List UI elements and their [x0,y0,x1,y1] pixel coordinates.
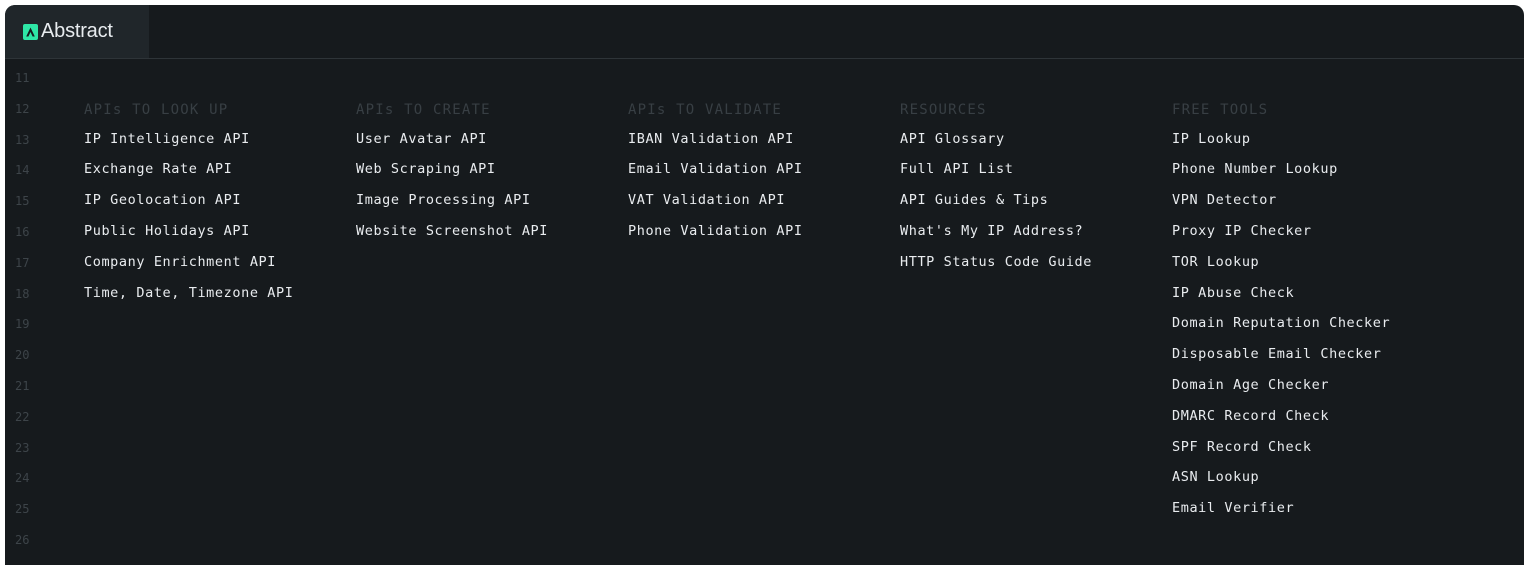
footer-link[interactable]: VPN Detector [1172,192,1277,208]
footer-link[interactable]: ASN Lookup [1172,469,1259,485]
footer-link[interactable]: What's My IP Address? [900,223,1083,239]
abstract-logo-icon [23,23,38,40]
footer-link[interactable]: Exchange Rate API [84,161,232,177]
footer-link[interactable]: Proxy IP Checker [1172,223,1312,239]
column-heading: APIs TO CREATE [356,102,491,118]
footer-link[interactable]: Domain Reputation Checker [1172,315,1390,331]
footer-link[interactable]: IP Abuse Check [1172,285,1294,301]
line-number: 22 [15,410,30,424]
footer-link[interactable]: SPF Record Check [1172,439,1312,455]
tab-bar: Abstract [5,5,1524,59]
line-number: 14 [15,163,30,177]
footer-link[interactable]: Disposable Email Checker [1172,346,1381,362]
footer-link[interactable]: User Avatar API [356,131,487,147]
line-number: 17 [15,256,30,270]
footer-link[interactable]: API Glossary [900,131,1005,147]
column-heading: RESOURCES [900,102,987,118]
footer-link[interactable]: DMARC Record Check [1172,408,1329,424]
line-number: 25 [15,502,30,516]
footer-link[interactable]: Time, Date, Timezone API [84,285,293,301]
footer-link[interactable]: Company Enrichment API [84,254,276,270]
footer-link[interactable]: IP Lookup [1172,131,1251,147]
line-number: 11 [15,71,30,85]
footer-link[interactable]: Email Verifier [1172,500,1294,516]
footer-link[interactable]: Phone Validation API [628,223,803,239]
line-number: 18 [15,287,30,301]
footer-link[interactable]: HTTP Status Code Guide [900,254,1092,270]
column-heading: APIs TO VALIDATE [628,102,783,118]
footer-link[interactable]: VAT Validation API [628,192,785,208]
footer-link[interactable]: Full API List [900,161,1013,177]
line-number: 16 [15,225,30,239]
line-number: 13 [15,133,30,147]
line-number: 23 [15,441,30,455]
footer-link[interactable]: API Guides & Tips [900,192,1048,208]
footer-link[interactable]: Public Holidays API [84,223,250,239]
line-number: 12 [15,102,30,116]
brand-name: Abstract [41,20,113,42]
tab-abstract[interactable]: Abstract [5,5,149,58]
footer-link[interactable]: IP Intelligence API [84,131,250,147]
footer-link[interactable]: Email Validation API [628,161,803,177]
line-number: 20 [15,348,30,362]
editor-window: Abstract 11 12 13 14 15 16 17 18 19 20 2… [5,5,1524,565]
column-heading: FREE TOOLS [1172,102,1269,118]
footer-link[interactable]: Website Screenshot API [356,223,548,239]
footer-link[interactable]: Web Scraping API [356,161,496,177]
line-number: 15 [15,194,30,208]
line-number: 26 [15,533,30,547]
footer-link[interactable]: Phone Number Lookup [1172,161,1338,177]
footer-link[interactable]: IP Geolocation API [84,192,241,208]
footer-link[interactable]: IBAN Validation API [628,131,794,147]
column-heading: APIs TO LOOK UP [84,102,229,118]
line-number: 24 [15,471,30,485]
footer-link[interactable]: Domain Age Checker [1172,377,1329,393]
line-number: 21 [15,379,30,393]
footer-link[interactable]: Image Processing API [356,192,531,208]
footer-link[interactable]: TOR Lookup [1172,254,1259,270]
line-number: 19 [15,317,30,331]
